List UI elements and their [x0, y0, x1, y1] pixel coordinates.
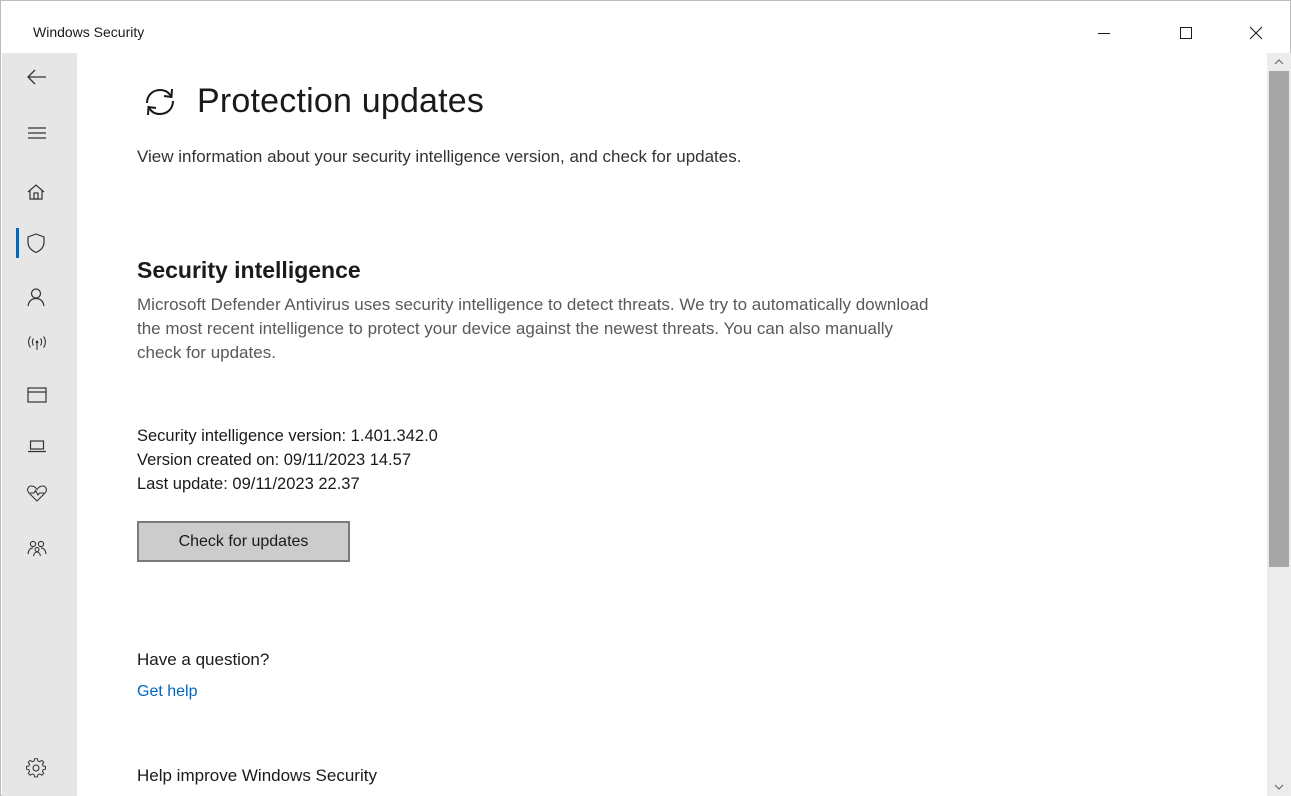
- person-icon: [27, 288, 45, 307]
- section-title: Security intelligence: [137, 257, 361, 283]
- maximize-button[interactable]: [1163, 13, 1209, 53]
- minimize-button[interactable]: [1081, 13, 1127, 53]
- browser-window-icon: [27, 387, 47, 403]
- improve-heading: Help improve Windows Security: [137, 766, 377, 785]
- minimize-icon: [1098, 33, 1110, 34]
- laptop-icon: [28, 440, 46, 453]
- check-for-updates-button[interactable]: Check for updates: [137, 521, 350, 562]
- back-button[interactable]: [2, 55, 77, 99]
- sidebar-item-virus-protection[interactable]: [2, 221, 77, 265]
- sidebar-item-device-security[interactable]: [2, 424, 77, 468]
- sidebar-item-family-options[interactable]: [2, 526, 77, 570]
- scroll-up-button[interactable]: [1267, 53, 1291, 71]
- main-content: Protection updates View information abou…: [77, 53, 1267, 796]
- back-arrow-icon: [27, 69, 46, 85]
- maximize-icon: [1180, 27, 1192, 39]
- hamburger-menu-icon: [28, 127, 46, 139]
- close-icon: [1249, 26, 1263, 40]
- refresh-icon: [146, 88, 174, 116]
- sidebar-item-app-browser-control[interactable]: [2, 373, 77, 417]
- question-heading: Have a question?: [137, 650, 270, 669]
- version-created-on: Version created on: 09/11/2023 14.57: [137, 451, 411, 469]
- scroll-thumb[interactable]: [1269, 71, 1289, 567]
- last-update: Last update: 09/11/2023 22.37: [137, 475, 360, 493]
- navigation-sidebar: [2, 53, 77, 796]
- vertical-scrollbar[interactable]: [1267, 53, 1291, 796]
- get-help-link[interactable]: Get help: [137, 683, 197, 701]
- page-description: View information about your security int…: [137, 147, 742, 166]
- section-description: Microsoft Defender Antivirus uses securi…: [137, 295, 929, 362]
- title-bar: Windows Security: [1, 1, 1290, 61]
- heart-pulse-icon: [27, 485, 47, 502]
- intelligence-version: Security intelligence version: 1.401.342…: [137, 427, 438, 445]
- sidebar-item-device-performance[interactable]: [2, 471, 77, 515]
- home-icon: [27, 184, 45, 200]
- version-info: Security intelligence version: 1.401.342…: [137, 424, 438, 496]
- active-indicator: [16, 228, 19, 258]
- sidebar-item-account-protection[interactable]: [2, 275, 77, 319]
- sidebar-item-home[interactable]: [2, 170, 77, 214]
- antenna-icon: [28, 336, 46, 350]
- shield-icon: [27, 233, 45, 254]
- sidebar-item-firewall[interactable]: [2, 321, 77, 365]
- sidebar-item-settings[interactable]: [2, 746, 77, 790]
- family-icon: [27, 540, 47, 557]
- close-button[interactable]: [1233, 13, 1279, 53]
- scroll-down-button[interactable]: [1267, 778, 1291, 796]
- menu-button[interactable]: [2, 111, 77, 155]
- window-title: Windows Security: [33, 24, 145, 40]
- chevron-down-icon: [1274, 784, 1284, 790]
- page-title: Protection updates: [197, 81, 485, 120]
- gear-icon: [26, 758, 46, 778]
- windows-security-window: Windows Security Protection updates View…: [0, 0, 1291, 796]
- page-header: Protection updates: [137, 81, 484, 121]
- chevron-up-icon: [1274, 59, 1284, 65]
